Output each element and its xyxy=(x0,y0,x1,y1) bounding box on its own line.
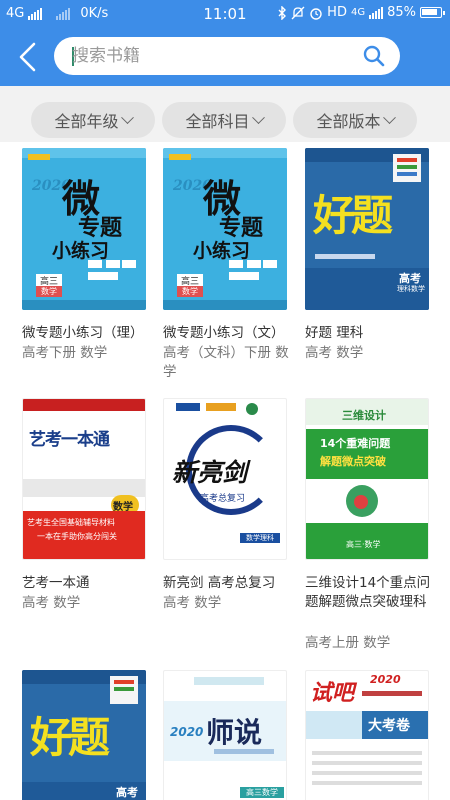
grade-filter-dropdown[interactable]: 全部年级 xyxy=(31,102,155,138)
cover-main: 试吧 xyxy=(310,680,355,706)
book-title: 微专题小练习（理） xyxy=(22,325,144,341)
book-meta: 高考 数学 xyxy=(163,595,222,611)
cover-line2: 一本在手助你高分闯关 xyxy=(37,532,117,541)
chevron-down-icon xyxy=(251,110,265,124)
book-grid: 2020 微 专题 小练习 高三 数学 微专题小练习（理） 高考下册 数学 20… xyxy=(0,142,450,800)
cover-bottom: 高三·数学 xyxy=(346,540,381,549)
book-card[interactable]: 好题 高考 理科数学 好题 理科 高考 数学 xyxy=(305,148,437,363)
signal-icon-right xyxy=(369,6,384,19)
book-card[interactable]: 试吧 2020 大考卷 xyxy=(305,670,437,800)
battery-percent: 85% xyxy=(387,5,416,20)
cover-line2: 解题微点突破 xyxy=(320,455,386,468)
cover-main: 师说 xyxy=(206,716,263,749)
book-card[interactable]: 艺考一本通 数学 艺考生全国基础辅导材料 一本在手助你高分闯关 艺考一本通 高考… xyxy=(22,398,154,613)
cover-year: 2020 xyxy=(170,725,204,739)
edition-filter-label: 全部版本 xyxy=(316,112,381,131)
book-title: 微专题小练习（文） xyxy=(163,325,285,341)
chevron-down-icon xyxy=(120,110,134,124)
edition-filter-dropdown[interactable]: 全部版本 xyxy=(293,102,417,138)
cover-main: 好题 xyxy=(313,191,393,240)
book-meta: 高考（文科）下册 数学 xyxy=(163,345,289,380)
book-cover: 新亮剑 高考总复习 数学理科 xyxy=(163,398,287,560)
book-cover: 艺考一本通 数学 艺考生全国基础辅导材料 一本在手助你高分闯关 xyxy=(22,398,146,560)
app-header: 4G 0K/s 11:01 HD 4G 85% xyxy=(0,0,450,86)
mute-icon xyxy=(291,6,305,19)
book-card[interactable]: 新亮剑 高考总复习 数学理科 新亮剑 高考总复习 高考 数学 xyxy=(163,398,295,613)
cover-tag: 高考 xyxy=(116,786,138,799)
cover-tag: 数学理科 xyxy=(240,533,280,543)
alarm-icon xyxy=(310,7,322,20)
book-meta: 高考上册 数学 xyxy=(305,635,391,651)
book-meta: 高考 数学 xyxy=(305,345,364,361)
book-title: 好题 理科 xyxy=(305,325,364,341)
book-title: 新亮剑 高考总复习 xyxy=(163,575,276,591)
hd-label: HD xyxy=(327,5,347,20)
book-card[interactable]: 2020 师说 高三数学 xyxy=(163,670,295,800)
book-card[interactable]: 2020 微 专题 小练习 高三 数学 微专题小练习（理） 高考下册 数学 xyxy=(22,148,154,363)
chevron-down-icon xyxy=(382,110,396,124)
book-cover: 2020 微 专题 小练习 高三 数学 xyxy=(22,148,146,310)
book-cover: 试吧 2020 大考卷 xyxy=(305,670,429,800)
cover-tag: 大考卷 xyxy=(368,718,410,734)
search-input[interactable] xyxy=(72,37,352,75)
cover-main: 好题 xyxy=(30,713,110,762)
cover-tag2: 理科数学 xyxy=(397,285,425,293)
book-card[interactable]: 2020 微 专题 小练习 高三 数学 微专题小练习（文） 高考（文科）下册 数… xyxy=(163,148,295,383)
book-cover: 好题 高考 xyxy=(22,670,146,800)
cover-main: 新亮剑 xyxy=(172,458,248,487)
bluetooth-icon xyxy=(278,5,287,20)
cover-subject: 数学 xyxy=(36,286,62,297)
cover-tag: 高三数学 xyxy=(240,787,284,798)
subject-filter-label: 全部科目 xyxy=(185,112,250,131)
book-meta: 高考 数学 xyxy=(22,595,81,611)
network-type-right: 4G xyxy=(350,7,366,18)
cover-small-title: 小练习 xyxy=(52,240,110,262)
cover-line1: 高考总复习 xyxy=(200,494,246,504)
book-title: 艺考一本通 xyxy=(22,575,90,591)
cover-year: 2020 xyxy=(370,673,401,686)
cover-line1: 艺考生全国基础辅导材料 xyxy=(27,518,115,527)
book-cover: 2020 师说 高三数学 xyxy=(163,670,287,800)
grade-filter-label: 全部年级 xyxy=(54,112,119,131)
book-card[interactable]: 三维设计 14个重难问题 解题微点突破 高三·数学 三维设计14个重点问题解题微… xyxy=(305,398,437,651)
back-arrow-icon[interactable] xyxy=(14,40,44,74)
cover-top: 三维设计 xyxy=(342,409,386,422)
battery-icon xyxy=(420,7,445,18)
book-cover: 好题 高考 理科数学 xyxy=(305,148,429,310)
book-card[interactable]: 好题 高考 xyxy=(22,670,154,800)
book-cover: 三维设计 14个重难问题 解题微点突破 高三·数学 xyxy=(305,398,429,560)
cover-main: 艺考一本通 xyxy=(29,430,110,450)
search-icon[interactable] xyxy=(362,44,386,68)
book-title: 三维设计14个重点问题解题微点突破理科 xyxy=(305,575,431,610)
cover-subject: 数学 xyxy=(177,286,203,297)
filter-bar: 全部年级 全部科目 全部版本 xyxy=(0,86,450,142)
book-meta: 高考下册 数学 xyxy=(22,345,108,361)
search-box xyxy=(54,37,400,75)
book-cover: 2020 微 专题 小练习 高三 数学 xyxy=(163,148,287,310)
cover-line1: 14个重难问题 xyxy=(320,437,391,450)
status-bar: 4G 0K/s 11:01 HD 4G 85% xyxy=(0,0,450,30)
subject-filter-dropdown[interactable]: 全部科目 xyxy=(162,102,286,138)
cover-small-title: 小练习 xyxy=(193,240,251,262)
